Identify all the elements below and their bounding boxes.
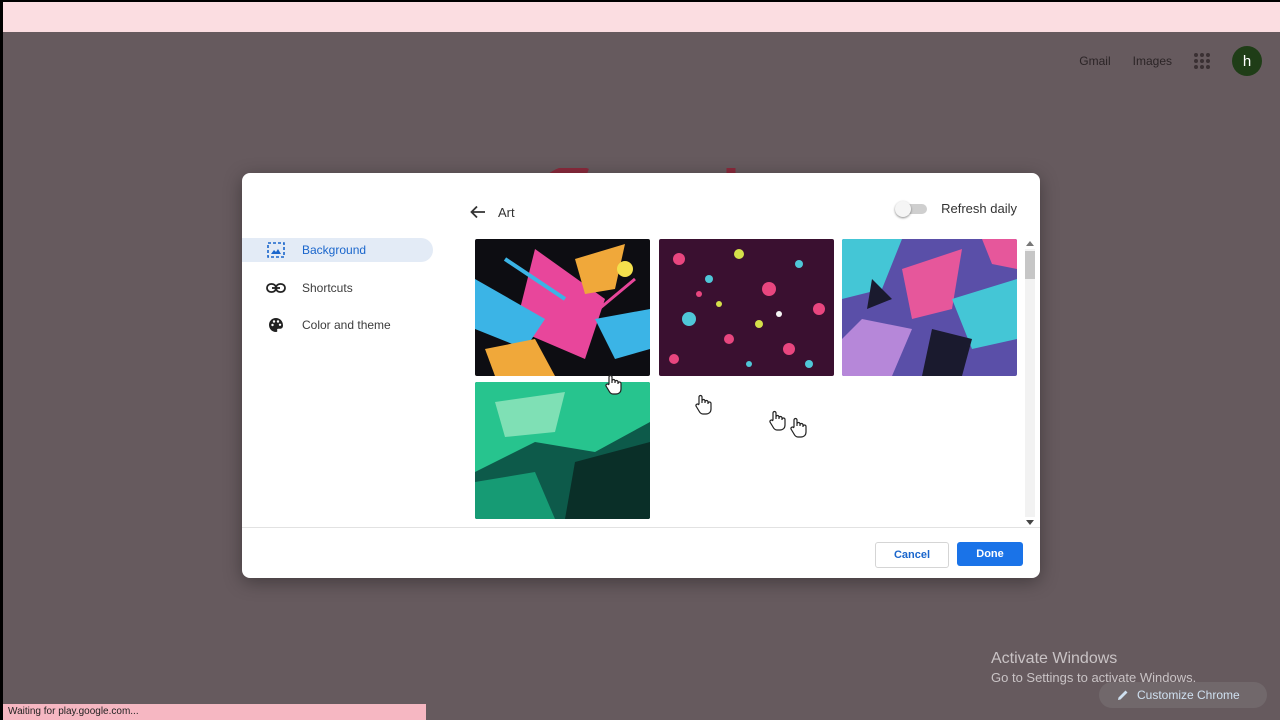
scroll-up-arrow-icon[interactable] xyxy=(1026,241,1034,246)
activate-windows-title: Activate Windows xyxy=(991,650,1118,667)
hand-cursor-icon xyxy=(790,417,807,438)
images-link[interactable]: Images xyxy=(1133,54,1172,68)
art-thumbnail-4[interactable] xyxy=(475,382,650,519)
nav-item-color-and-theme[interactable]: Color and theme xyxy=(242,313,442,337)
customize-chrome-button[interactable]: Customize Chrome xyxy=(1099,682,1267,708)
nav-label-background: Background xyxy=(302,243,367,257)
refresh-daily-control: Refresh daily xyxy=(895,200,1017,217)
art-thumbnail-3[interactable] xyxy=(842,239,1017,376)
google-logo-peek xyxy=(503,138,763,174)
scrollbar-thumb[interactable] xyxy=(1025,251,1035,279)
nav-label-shortcuts: Shortcuts xyxy=(302,280,353,295)
palette-icon xyxy=(266,315,286,335)
customize-nav: Background Shortcuts Color and theme xyxy=(242,238,442,351)
customize-dialog: Background Shortcuts Color and theme Art… xyxy=(242,173,1040,578)
browser-page: Gmail Images h Background Shortcuts Colo… xyxy=(3,2,1280,720)
hand-cursor-icon xyxy=(769,410,786,431)
nav-item-background[interactable]: Background xyxy=(242,238,433,262)
done-button[interactable]: Done xyxy=(957,542,1023,566)
hand-cursor-icon xyxy=(605,374,622,395)
refresh-daily-toggle[interactable] xyxy=(895,200,928,217)
hand-cursor-icon xyxy=(695,394,712,415)
customize-chrome-label: Customize Chrome xyxy=(1137,688,1240,702)
art-thumbnail-grid xyxy=(475,239,1022,527)
art-thumbnail-1[interactable] xyxy=(475,239,650,376)
collection-title: Art xyxy=(498,204,515,220)
scrollbar-track xyxy=(1025,249,1035,517)
status-bar: Waiting for play.google.com... xyxy=(3,704,426,720)
art-thumbnail-2[interactable] xyxy=(659,239,834,376)
pencil-icon xyxy=(1118,690,1128,700)
activate-windows-watermark: Activate Windows Go to Settings to activ… xyxy=(991,650,1196,685)
background-icon xyxy=(266,240,286,260)
refresh-daily-label: Refresh daily xyxy=(941,201,1017,216)
cancel-button[interactable]: Cancel xyxy=(875,542,949,568)
nav-item-shortcuts[interactable]: Shortcuts xyxy=(242,276,442,300)
back-arrow-icon[interactable] xyxy=(470,205,486,219)
account-avatar[interactable]: h xyxy=(1232,46,1262,76)
google-top-links: Gmail Images h xyxy=(1079,46,1262,76)
browser-top-strip xyxy=(3,2,1280,32)
link-icon xyxy=(266,278,286,298)
gmail-link[interactable]: Gmail xyxy=(1079,54,1110,68)
apps-grid-icon[interactable] xyxy=(1194,53,1210,69)
scroll-down-arrow-icon[interactable] xyxy=(1026,520,1034,525)
collection-header: Art xyxy=(470,200,515,224)
footer-divider xyxy=(242,527,1040,528)
thumbnail-scrollbar[interactable] xyxy=(1024,239,1036,527)
nav-label-color-and-theme: Color and theme xyxy=(302,318,391,332)
